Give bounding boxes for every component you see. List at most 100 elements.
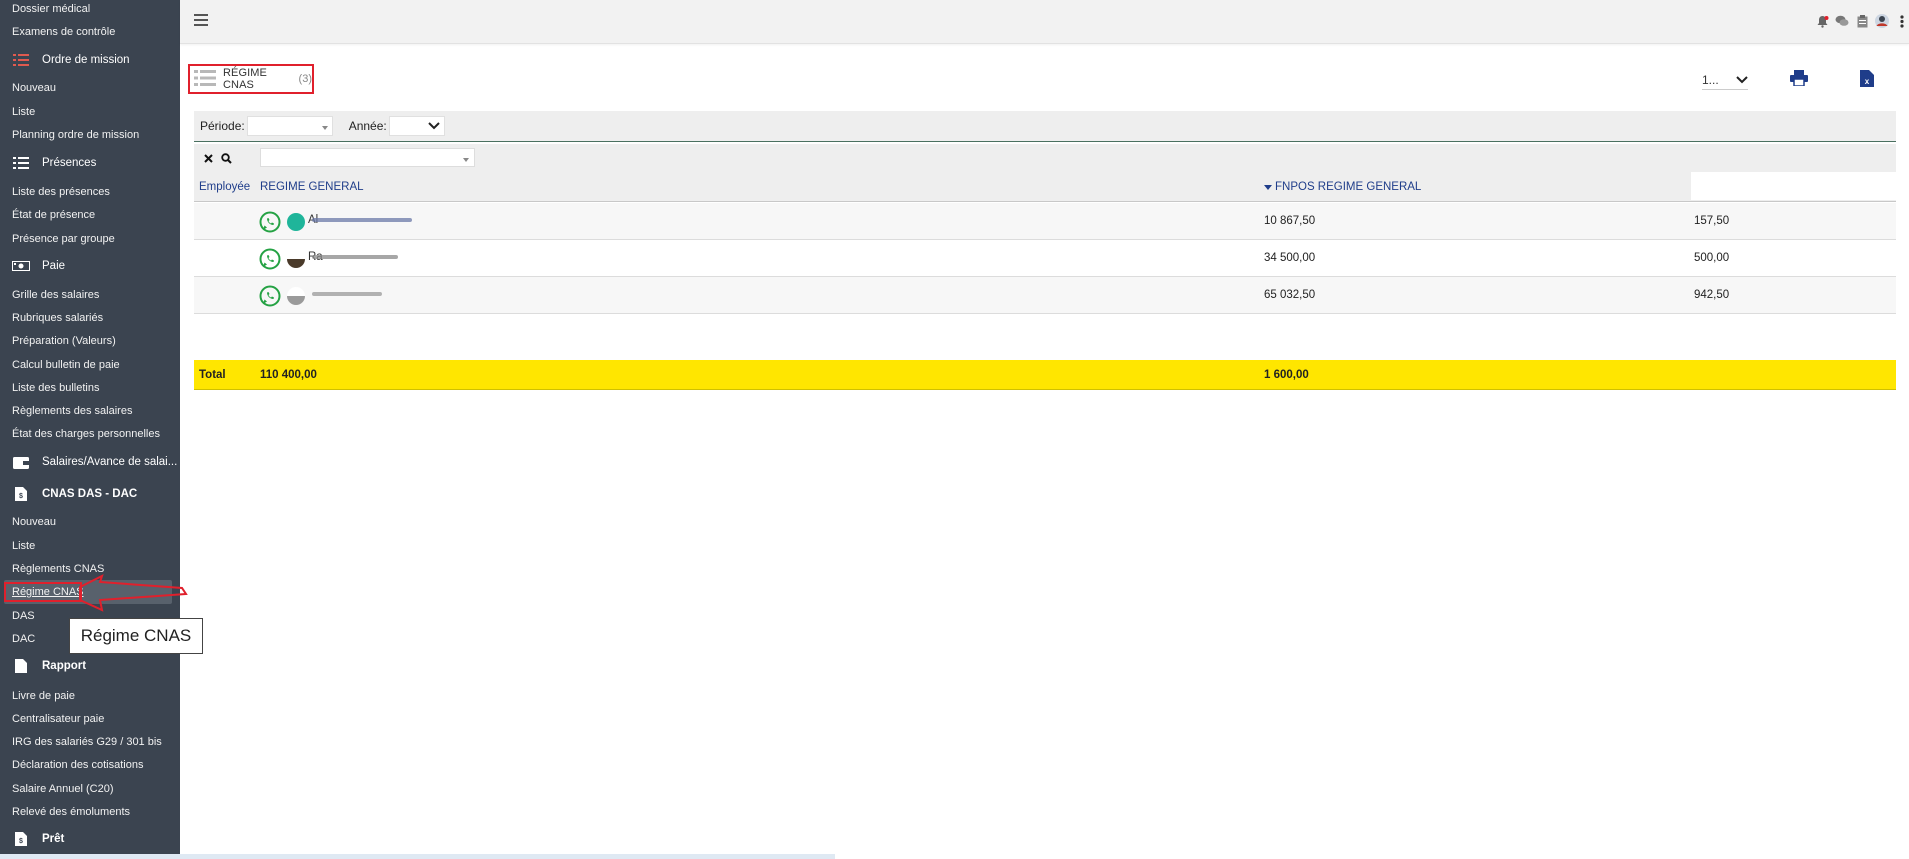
sidebar-item-centralisateur-paie[interactable]: Centralisateur paie xyxy=(12,713,104,725)
main-content: RÉGIME CNAS (3) 1... x Période: Année: E… xyxy=(180,45,1909,859)
caret-down-icon xyxy=(463,151,469,165)
sidebar-section-label: Salaires/Avance de salai... xyxy=(42,456,178,468)
whatsapp-icon[interactable] xyxy=(259,285,281,307)
sidebar-item-etat-charges[interactable]: État des charges personnelles xyxy=(12,428,160,440)
record-count: (3) xyxy=(298,73,312,85)
annotation-arrow-icon xyxy=(79,574,188,612)
sidebar-section-label: Rapport xyxy=(42,660,87,672)
column-header-fnpos[interactable]: FNPOS REGIME GENERAL xyxy=(1264,172,1421,202)
sidebar-item-etat-presence[interactable]: État de présence xyxy=(12,209,95,221)
sidebar-section-pret[interactable]: $ Prêt xyxy=(12,832,64,846)
clear-filter-icon[interactable] xyxy=(200,150,216,166)
column-header-regime-general[interactable]: REGIME GENERAL xyxy=(260,172,364,202)
sidebar-section-salaires-avance[interactable]: Salaires/Avance de salai... xyxy=(12,455,177,469)
sidebar-section-ordre-mission[interactable]: Ordre de mission xyxy=(12,53,130,67)
regime-general-value: 34 500,00 xyxy=(1264,252,1316,264)
total-fnpos: 1 600,00 xyxy=(1264,369,1309,381)
column-header-employee[interactable]: Employée xyxy=(199,172,250,202)
sidebar-item-cnas-nouveau[interactable]: Nouveau xyxy=(12,516,56,528)
sidebar-item-irg-salaries[interactable]: IRG des salariés G29 / 301 bis xyxy=(12,736,162,748)
sidebar-item-cnas-liste[interactable]: Liste xyxy=(12,540,35,552)
sidebar-section-label: CNAS DAS - DAC xyxy=(42,488,138,500)
regime-general-value: 65 032,50 xyxy=(1264,289,1316,301)
sidebar-item-mission-nouveau[interactable]: Nouveau xyxy=(12,82,56,94)
column-header-fnpos-label: FNPOS REGIME GENERAL xyxy=(1275,181,1422,194)
sidebar-item-grille-salaires[interactable]: Grille des salaires xyxy=(12,289,99,301)
sidebar-item-dac[interactable]: DAC xyxy=(12,633,35,645)
sidebar-item-mission-liste[interactable]: Liste xyxy=(12,106,35,118)
annee-label: Année: xyxy=(348,119,387,133)
fnpos-value: 942,50 xyxy=(1694,289,1730,301)
sidebar-item-livre-paie[interactable]: Livre de paie xyxy=(12,690,75,702)
notification-bell-icon[interactable] xyxy=(1815,14,1829,28)
excel-file-icon: x xyxy=(1860,70,1874,87)
excel-export-button[interactable]: x xyxy=(1860,70,1880,90)
table-row[interactable]: Ra 34 500,00 500,00 xyxy=(194,240,1896,277)
sort-desc-icon xyxy=(1264,172,1272,202)
whatsapp-icon[interactable] xyxy=(259,211,281,233)
money-icon xyxy=(12,259,30,273)
periode-label: Période: xyxy=(200,119,245,133)
sidebar-item-declaration-cotisations[interactable]: Déclaration des cotisations xyxy=(12,759,143,771)
sidebar-item-mission-planning[interactable]: Planning ordre de mission xyxy=(12,129,139,141)
svg-text:x: x xyxy=(1865,77,1870,86)
topbar xyxy=(180,0,1909,44)
fnpos-value: 157,50 xyxy=(1694,215,1730,227)
bottom-scrollbar[interactable] xyxy=(0,854,835,859)
sidebar-section-label: Paie xyxy=(42,260,66,272)
table-header: Employée REGIME GENERAL FNPOS REGIME GEN… xyxy=(194,172,1896,202)
sidebar: Dossier médical Examens de contrôle Ordr… xyxy=(0,0,180,859)
list-icon xyxy=(12,156,30,170)
search-row xyxy=(194,144,1896,172)
filter-bar: Période: Année: xyxy=(194,111,1896,142)
svg-text:$: $ xyxy=(19,838,23,845)
sidebar-item-reglements-salaires[interactable]: Règlements des salaires xyxy=(12,405,132,417)
sidebar-section-rapport[interactable]: Rapport xyxy=(12,659,86,673)
sidebar-item-liste-presences[interactable]: Liste des présences xyxy=(12,186,110,198)
sidebar-section-cnas[interactable]: $ CNAS DAS - DAC xyxy=(12,487,137,501)
sidebar-item-liste-bulletins[interactable]: Liste des bulletins xyxy=(12,382,99,394)
search-icon[interactable] xyxy=(218,150,234,166)
chat-icon[interactable] xyxy=(1835,14,1849,28)
sidebar-item-releve-emoluments[interactable]: Relevé des émoluments xyxy=(12,806,130,818)
sidebar-item-preparation-valeurs[interactable]: Préparation (Valeurs) xyxy=(12,335,116,347)
list-check-icon xyxy=(12,53,30,67)
top-icons xyxy=(1815,14,1909,28)
total-label: Total xyxy=(199,369,226,381)
sidebar-item-presence-groupe[interactable]: Présence par groupe xyxy=(12,233,115,245)
whatsapp-icon[interactable] xyxy=(259,248,281,270)
sidebar-section-paie[interactable]: Paie xyxy=(12,259,65,273)
redacted-name xyxy=(312,255,398,259)
sidebar-section-label: Prêt xyxy=(42,833,65,845)
tooltip: Régime CNAS xyxy=(69,618,203,654)
caret-down-icon xyxy=(321,119,328,133)
invoice-icon: $ xyxy=(12,832,30,846)
print-button[interactable] xyxy=(1790,70,1810,90)
sidebar-section-presences[interactable]: Présences xyxy=(12,156,96,170)
periode-select[interactable] xyxy=(246,116,333,136)
list-icon xyxy=(194,69,216,90)
sidebar-item-rubriques-salaries[interactable]: Rubriques salariés xyxy=(12,312,103,324)
more-vertical-icon[interactable] xyxy=(1895,14,1909,28)
invoice-icon: $ xyxy=(12,487,30,501)
sidebar-item-dossier-medical[interactable]: Dossier médical xyxy=(12,3,90,15)
search-select[interactable] xyxy=(260,148,475,167)
clipboard-icon[interactable] xyxy=(1855,14,1869,28)
page-size-value: 1... xyxy=(1702,72,1719,87)
svg-text:$: $ xyxy=(19,493,23,500)
sidebar-item-das[interactable]: DAS xyxy=(12,610,35,622)
avatar xyxy=(287,250,305,268)
menu-icon[interactable] xyxy=(194,14,208,26)
header-spacer xyxy=(1691,172,1896,200)
table-row[interactable]: 65 032,50 942,50 xyxy=(194,277,1896,314)
table-row[interactable]: Al 10 867,50 157,50 xyxy=(194,203,1896,240)
user-avatar-icon[interactable] xyxy=(1875,14,1889,28)
sidebar-item-examens-controle[interactable]: Examens de contrôle xyxy=(12,26,115,38)
annee-select[interactable] xyxy=(388,116,445,136)
sidebar-item-salaire-annuel[interactable]: Salaire Annuel (C20) xyxy=(12,783,114,795)
chevron-down-icon xyxy=(428,119,440,133)
print-icon xyxy=(1790,70,1808,87)
sidebar-section-label: Présences xyxy=(42,157,97,169)
page-size-select[interactable]: 1... xyxy=(1702,70,1748,90)
sidebar-item-calcul-bulletin[interactable]: Calcul bulletin de paie xyxy=(12,359,120,371)
